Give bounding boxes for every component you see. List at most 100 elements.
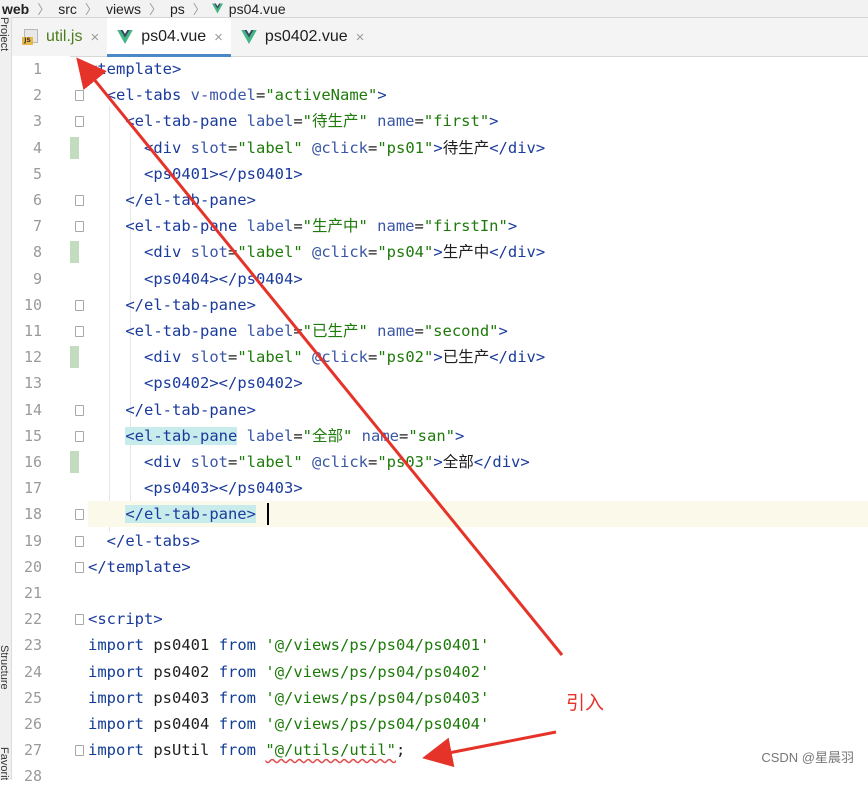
- code-line[interactable]: <ps0403></ps0403>: [88, 475, 868, 501]
- line-number: 7: [32, 217, 42, 236]
- line-number: 11: [23, 322, 42, 340]
- fold-marker-icon[interactable]: [75, 195, 84, 206]
- code-line[interactable]: <div slot="label" @click="ps02">已生产</div…: [88, 344, 868, 370]
- code-line[interactable]: [88, 580, 868, 606]
- watermark: CSDN @星晨羽: [761, 750, 854, 765]
- line-number: 23: [23, 636, 42, 655]
- line-number: 16: [23, 453, 42, 471]
- annotation-label: 引入: [566, 692, 605, 714]
- fold-marker-icon[interactable]: [75, 430, 84, 442]
- code-line[interactable]: import ps0403 from '@/views/ps/ps04/ps04…: [88, 685, 868, 711]
- line-number: 12: [23, 348, 42, 367]
- code-line[interactable]: <div slot="label" @click="ps01">待生产</div…: [88, 135, 868, 161]
- line-number: 26: [23, 715, 42, 733]
- code-line[interactable]: <div slot="label" @click="ps03">全部</div>: [88, 449, 868, 475]
- line-number: 1: [32, 60, 42, 78]
- fold-marker-icon[interactable]: [75, 614, 84, 626]
- js-file-icon: JS: [22, 29, 38, 45]
- fold-marker-icon[interactable]: [75, 90, 84, 102]
- code-line[interactable]: </el-tab-pane>: [88, 397, 868, 423]
- tab-util-js[interactable]: JS util.js ×: [12, 18, 107, 56]
- code-line[interactable]: <el-tab-pane label="全部" name="san">: [88, 423, 868, 449]
- code-line[interactable]: </template>: [88, 554, 868, 580]
- breadcrumb-item-src[interactable]: src 〉: [50, 0, 98, 18]
- tab-ps0402-vue[interactable]: ps0402.vue ×: [231, 18, 373, 56]
- line-number: 2: [32, 86, 42, 105]
- fold-marker-icon[interactable]: [75, 221, 84, 233]
- tab-ps04-vue[interactable]: ps04.vue ×: [107, 18, 231, 57]
- line-number: 19: [23, 531, 42, 550]
- line-number: 22: [23, 610, 42, 629]
- line-number: 17: [23, 479, 42, 498]
- code-line[interactable]: <el-tab-pane label="生产中" name="firstIn">: [88, 213, 868, 239]
- breadcrumb-label: views: [105, 0, 141, 17]
- fold-marker-icon[interactable]: [75, 326, 84, 337]
- code-line[interactable]: <ps0402></ps0402>: [88, 370, 868, 396]
- breadcrumb-separator: 〉: [192, 2, 206, 17]
- fold-marker-icon[interactable]: [75, 404, 84, 416]
- breadcrumb-item-views[interactable]: views 〉: [98, 0, 162, 18]
- code-editor[interactable]: 1 2 3 4 5 6 7 8 9 10 11 12 13 14 15 16 17 18 19 20 21 22 23 24 2…: [12, 56, 868, 785]
- project-tool-tab[interactable]: Project: [0, 17, 10, 51]
- line-number: 8: [32, 243, 42, 262]
- code-line[interactable]: <script>: [88, 606, 868, 632]
- breadcrumb-label: web: [2, 0, 30, 17]
- line-number: 13: [23, 374, 42, 393]
- fold-marker-icon[interactable]: [75, 561, 84, 573]
- breadcrumb-item-web[interactable]: web 〉: [0, 0, 50, 18]
- code-line[interactable]: <ps0401></ps0401>: [88, 161, 868, 187]
- line-number: 4: [32, 138, 42, 157]
- code-line[interactable]: import ps0404 from '@/views/ps/ps04/ps04…: [88, 711, 868, 737]
- line-number-gutter: 1 2 3 4 5 6 7 8 9 10 11 12 13 14 15 16 17 18 19 20 21 22 23 24 2…: [12, 56, 84, 785]
- editor-tab-bar: JS util.js × ps04.vue × ps0402.vue ×: [12, 18, 868, 57]
- code-line[interactable]: import ps0401 from '@/views/ps/ps04/ps04…: [88, 632, 868, 658]
- code-line[interactable]: <ps0404></ps0404>: [88, 266, 868, 292]
- fold-marker-icon[interactable]: [75, 745, 84, 757]
- code-line[interactable]: <div slot="label" @click="ps04">生产中</div…: [88, 239, 868, 265]
- breadcrumb-item-ps[interactable]: ps 〉: [162, 0, 206, 18]
- line-number: 24: [23, 662, 42, 681]
- breadcrumb-label: src: [58, 0, 77, 17]
- vcs-change-marker[interactable]: [70, 136, 79, 159]
- fold-marker-icon[interactable]: [75, 535, 84, 547]
- fold-marker-icon[interactable]: [75, 116, 84, 128]
- close-icon[interactable]: ×: [90, 29, 99, 46]
- code-line[interactable]: import psUtil from "@/utils/util";: [88, 737, 868, 763]
- code-line[interactable]: </el-tab-pane>: [88, 187, 868, 213]
- line-number: 20: [23, 557, 42, 576]
- code-line[interactable]: <el-tab-pane label="已生产" name="second">: [88, 318, 868, 344]
- breadcrumb-separator: 〉: [84, 2, 98, 17]
- code-line[interactable]: </el-tab-pane>: [88, 501, 868, 528]
- code-line[interactable]: </el-tab-pane>: [88, 292, 868, 318]
- close-icon[interactable]: ×: [214, 29, 223, 46]
- code-line[interactable]: </el-tabs>: [88, 528, 868, 554]
- tab-label: ps04.vue: [141, 28, 207, 45]
- code-line[interactable]: <el-tab-pane label="待生产" name="first">: [88, 108, 868, 134]
- breadcrumb-item-file[interactable]: ps04.vue: [206, 1, 288, 17]
- line-number: 28: [23, 767, 42, 786]
- fold-marker-icon[interactable]: [75, 509, 84, 521]
- close-icon[interactable]: ×: [356, 29, 365, 46]
- breadcrumb: web 〉 src 〉 views 〉 ps 〉 ps04.vue: [0, 0, 868, 18]
- structure-tool-tab[interactable]: Structure: [0, 645, 10, 690]
- favorites-tool-tab[interactable]: Favorites: [0, 747, 10, 780]
- vcs-change-marker[interactable]: [70, 346, 79, 369]
- code-line[interactable]: [88, 763, 868, 789]
- fold-marker-icon[interactable]: [75, 299, 84, 311]
- breadcrumb-separator: 〉: [148, 2, 162, 17]
- code-line[interactable]: <el-tabs v-model="activeName">: [88, 82, 868, 108]
- line-number: 3: [32, 112, 42, 131]
- vcs-change-marker[interactable]: [70, 241, 79, 264]
- line-number: 6: [32, 191, 42, 209]
- vcs-change-marker[interactable]: [70, 451, 79, 473]
- tab-label: ps0402.vue: [264, 28, 348, 45]
- breadcrumb-label: ps: [169, 0, 185, 17]
- code-line[interactable]: <template>: [88, 56, 868, 82]
- tab-label: util.js: [46, 28, 83, 45]
- line-number: 25: [23, 688, 42, 707]
- line-number: 14: [23, 400, 42, 419]
- vue-file-icon: [211, 3, 223, 14]
- breadcrumb-separator: 〉: [37, 2, 51, 17]
- code-line[interactable]: import ps0402 from '@/views/ps/ps04/ps04…: [88, 659, 868, 685]
- code-area[interactable]: <template> <el-tabs v-model="activeName"…: [88, 56, 868, 780]
